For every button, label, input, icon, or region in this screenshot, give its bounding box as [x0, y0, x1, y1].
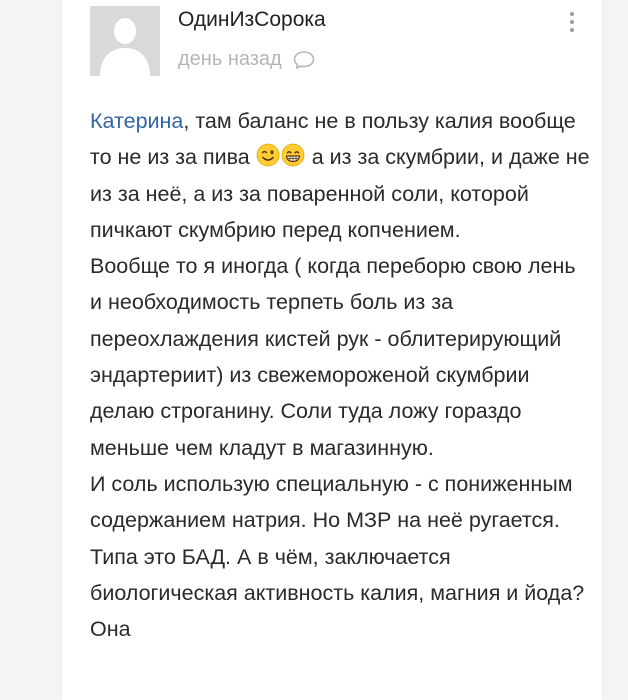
comment-paragraph: Катерина, там баланс не в пользу калия в…: [90, 103, 590, 248]
grinning-face-emoji-icon: [281, 143, 305, 167]
avatar[interactable]: [90, 6, 160, 76]
dot-icon: [570, 20, 574, 24]
reply-icon[interactable]: [292, 50, 316, 70]
mention-link[interactable]: Катерина: [90, 109, 183, 133]
default-avatar-icon: [90, 6, 160, 76]
comment-card: ОдинИзСорока день назад Катерина, там ба…: [62, 0, 602, 700]
comment-paragraph: И соль использую специальную - с понижен…: [90, 471, 585, 642]
dot-icon: [570, 12, 574, 16]
timestamp: день назад: [178, 48, 282, 70]
winking-face-emoji-icon: [256, 143, 280, 167]
dot-icon: [570, 28, 574, 32]
author-name[interactable]: ОдинИзСорока: [178, 8, 326, 32]
comment-meta: день назад: [178, 48, 316, 71]
comment-paragraph: Вообще то я иногда ( когда переборю свою…: [90, 254, 576, 460]
more-options-button[interactable]: [560, 8, 584, 42]
comment-body: Катерина, там баланс не в пользу калия в…: [90, 103, 590, 647]
